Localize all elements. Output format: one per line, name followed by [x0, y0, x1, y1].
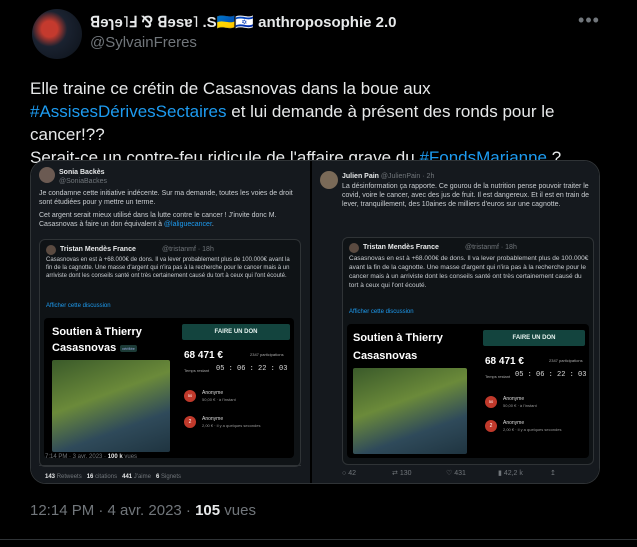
tweet-text-part: Elle traine ce crétin de Casasnovas dans…	[30, 79, 431, 98]
attached-image[interactable]: Sonia Backès @SoniaBackes Je condamne ce…	[30, 160, 600, 484]
fundraiser-photo	[52, 360, 170, 452]
post-meta: 7:14 PM · 3 avr. 2023 · 100 k vues	[45, 453, 137, 462]
retweet-action[interactable]: ⇄ 130	[392, 469, 412, 478]
fundraiser-title: Soutien à Thierry	[52, 326, 142, 338]
tweet-text: Elle traine ce crétin de Casasnovas dans…	[30, 77, 610, 169]
retweet-label: Retweets	[56, 474, 82, 480]
donor-name: Anonyme	[503, 420, 525, 426]
bookmark-label: Signets	[160, 474, 181, 480]
hashtag-link[interactable]: #AssisesDérivesSectaires	[30, 102, 227, 121]
donor-badge: 2	[184, 416, 196, 428]
screenshot-left: Sonia Backès @SoniaBackes Je condamne ce…	[31, 161, 310, 483]
quoted-handle: @tristanmf · 18h	[465, 244, 517, 251]
quote-count: 16	[86, 474, 94, 480]
post-text-part: Cet argent serait mieux utilisé dans la …	[39, 212, 277, 228]
countdown: 05 : 06 : 22 : 03	[515, 371, 587, 379]
like-count: 441	[122, 474, 133, 480]
quote-label: citations	[95, 474, 118, 480]
avatar	[46, 245, 56, 255]
fundraiser-card: Soutien à Thierry Casasnovas vérifiée FA…	[44, 318, 294, 458]
amount-raised: 68 471 €	[485, 356, 524, 367]
fundraiser-title: Casasnovas	[52, 342, 117, 354]
heart-icon: ♡	[446, 470, 453, 477]
view-count: 105	[195, 502, 221, 519]
quoted-author: Tristan Mendès France	[363, 244, 439, 251]
screenshot-right: Julien Pain @JulienPain · 2h La désinfor…	[312, 161, 599, 483]
like-count: 431	[454, 470, 466, 477]
quoted-handle: @tristanmf · 18h	[162, 246, 214, 253]
donor-name: Anonyme	[202, 416, 224, 422]
tweet-meta: 12:14 PM · 4 avr. 2023 · 105 vues	[30, 502, 256, 519]
bar-chart-icon: ▮	[498, 470, 502, 477]
fundraiser-title: Casasnovas	[353, 350, 418, 362]
show-thread-link[interactable]: Afficher cette discussion	[46, 302, 111, 311]
donor-name: Anonyme	[503, 396, 525, 402]
post-text-part: .	[211, 221, 214, 228]
reply-icon: ○	[342, 470, 347, 477]
donor-badge: 2	[485, 420, 497, 432]
avatar	[320, 171, 338, 189]
like-label: J'aime	[133, 474, 151, 480]
post-time: 7:14 PM · 3 avr. 2023 ·	[45, 454, 108, 460]
bookmark-count: 6	[155, 474, 160, 480]
donor-detail: 50,00 € · à l'instant	[202, 397, 236, 402]
show-thread-link[interactable]: Afficher cette discussion	[349, 308, 414, 317]
views-action[interactable]: ▮ 42,2 k	[498, 469, 523, 478]
reply-count: 42	[348, 470, 356, 477]
post-text: Cet argent serait mieux utilisé dans la …	[39, 211, 299, 229]
quoted-text: Casasnovas en est à +68.000€ de dons. Il…	[349, 255, 589, 289]
views-label: vues	[220, 502, 256, 519]
like-action[interactable]: ♡ 431	[446, 469, 466, 478]
donor-detail: 2,00 € · il y a quelques secondes	[202, 423, 261, 428]
reply-action[interactable]: ○ 42	[342, 469, 356, 478]
tweet-time[interactable]: 12:14 PM · 4 avr. 2023 ·	[30, 502, 195, 519]
divider	[39, 465, 301, 466]
retweet-count: 143	[45, 474, 56, 480]
author-handle: @JulienPain · 2h	[380, 173, 435, 180]
donor-badge: 50	[485, 396, 497, 408]
amount-raised: 68 471 €	[184, 350, 223, 361]
author-name: Sonia Backès	[59, 169, 105, 176]
display-name[interactable]: ꓭɘɿɘ˥ꓞ ⅋ ꓭɘsɐ˥ .S🇺🇦🇮🇱 anthroposophie 2.0	[90, 13, 396, 31]
time-remaining-label: Temps restant	[485, 374, 511, 379]
donor-badge: 50	[184, 390, 196, 402]
quoted-tweet[interactable]: Tristan Mendès France @tristanmf · 18h C…	[342, 237, 594, 465]
user-handle[interactable]: @SylvainFreres	[90, 34, 197, 51]
fundraiser-photo	[353, 368, 467, 454]
donor-detail: 50,00 € · à l'instant	[503, 403, 537, 408]
quoted-text: Casasnovas en est à +68.000€ de dons. Il…	[46, 257, 290, 279]
divider	[0, 539, 637, 540]
share-icon[interactable]: ↥	[550, 469, 556, 478]
participations: 2347 participations	[549, 358, 583, 363]
fundraiser-card: Soutien à Thierry Casasnovas FAIRE UN DO…	[347, 324, 589, 458]
donate-button[interactable]: FAIRE UN DON	[182, 324, 290, 340]
donate-button[interactable]: FAIRE UN DON	[483, 330, 585, 346]
retweet-icon: ⇄	[392, 470, 398, 477]
avatar	[39, 167, 55, 183]
post-stats: 143 Retweets 16 citations 441 J'aime 6 S…	[45, 473, 181, 482]
quoted-tweet[interactable]: Tristan Mendès France @tristanmf · 18h C…	[39, 239, 301, 467]
avatar	[349, 243, 359, 253]
more-horizontal-icon[interactable]: •••	[578, 10, 600, 32]
post-views-label: vues	[122, 454, 138, 460]
quoted-author: Tristan Mendès France	[60, 246, 136, 253]
post-text: Je condamne cette initiative indécente. …	[39, 190, 293, 206]
author-name: Julien Pain	[342, 173, 379, 180]
post-header: Julien Pain @JulienPain · 2h	[342, 172, 434, 181]
post-text: La désinformation ça rapporte. Ce gourou…	[342, 183, 590, 208]
retweet-count: 130	[399, 470, 412, 477]
participations: 2347 participations	[250, 352, 284, 357]
fundraiser-title: Soutien à Thierry	[353, 332, 443, 344]
donor-name: Anonyme	[202, 390, 224, 396]
avatar[interactable]	[32, 9, 82, 59]
author-handle: @SoniaBackes	[59, 178, 107, 185]
donor-detail: 2,00 € · il y a quelques secondes	[503, 427, 562, 432]
verified-badge: vérifiée	[120, 345, 137, 352]
countdown: 05 : 06 : 22 : 03	[216, 365, 288, 373]
view-count: 42,2 k	[503, 470, 523, 477]
post-views: 100 k	[107, 454, 123, 460]
mention-link[interactable]: @laliguecancer	[164, 221, 212, 228]
time-remaining-label: Temps restant	[184, 368, 210, 373]
